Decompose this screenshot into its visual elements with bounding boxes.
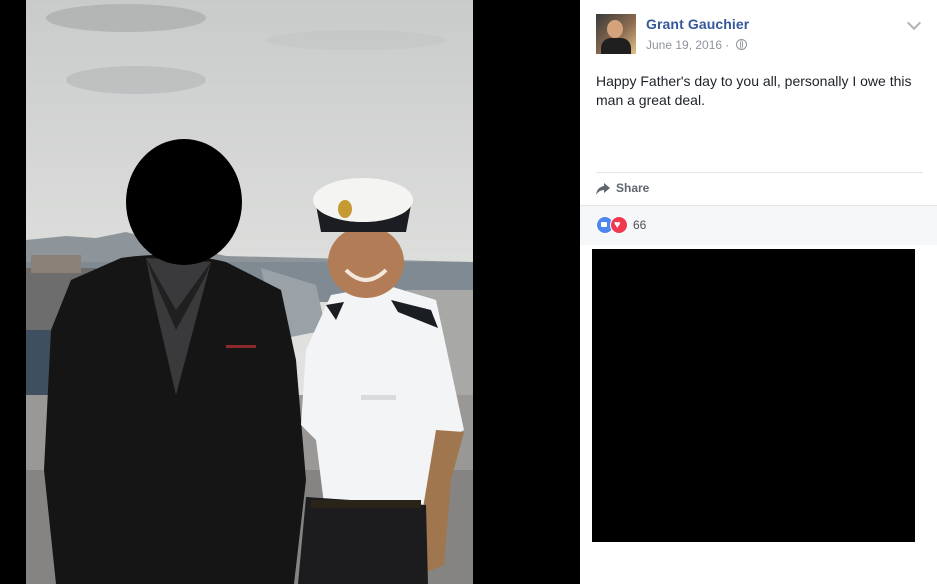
love-icon [610, 216, 628, 234]
avatar[interactable] [596, 14, 636, 54]
reaction-count: 66 [633, 218, 647, 232]
chevron-down-icon[interactable] [906, 15, 922, 31]
reaction-summary[interactable]: 66 [596, 216, 646, 234]
post-text: Happy Father's day to you all, personall… [596, 73, 912, 108]
photo-image [26, 0, 473, 584]
author-name[interactable]: Grant Gauchier [646, 16, 749, 32]
redacted-comments [592, 249, 915, 542]
divider [596, 172, 923, 173]
avatar-face [607, 20, 623, 38]
post-sidebar: Grant Gauchier June 19, 2016 · Happy Fat… [580, 0, 937, 584]
post-photo[interactable] [26, 0, 473, 584]
photo-viewer [0, 0, 580, 584]
share-arrow-icon [596, 183, 610, 195]
divider [580, 205, 937, 206]
avatar-body [601, 38, 631, 54]
share-button[interactable]: Share [596, 181, 649, 197]
post-meta: June 19, 2016 · [646, 38, 747, 52]
share-label: Share [616, 181, 650, 195]
globe-icon[interactable] [735, 39, 747, 50]
post-date[interactable]: June 19, 2016 · [646, 38, 733, 52]
reactions-bar: 66 [580, 205, 937, 245]
post-header: Grant Gauchier June 19, 2016 · [596, 14, 923, 54]
